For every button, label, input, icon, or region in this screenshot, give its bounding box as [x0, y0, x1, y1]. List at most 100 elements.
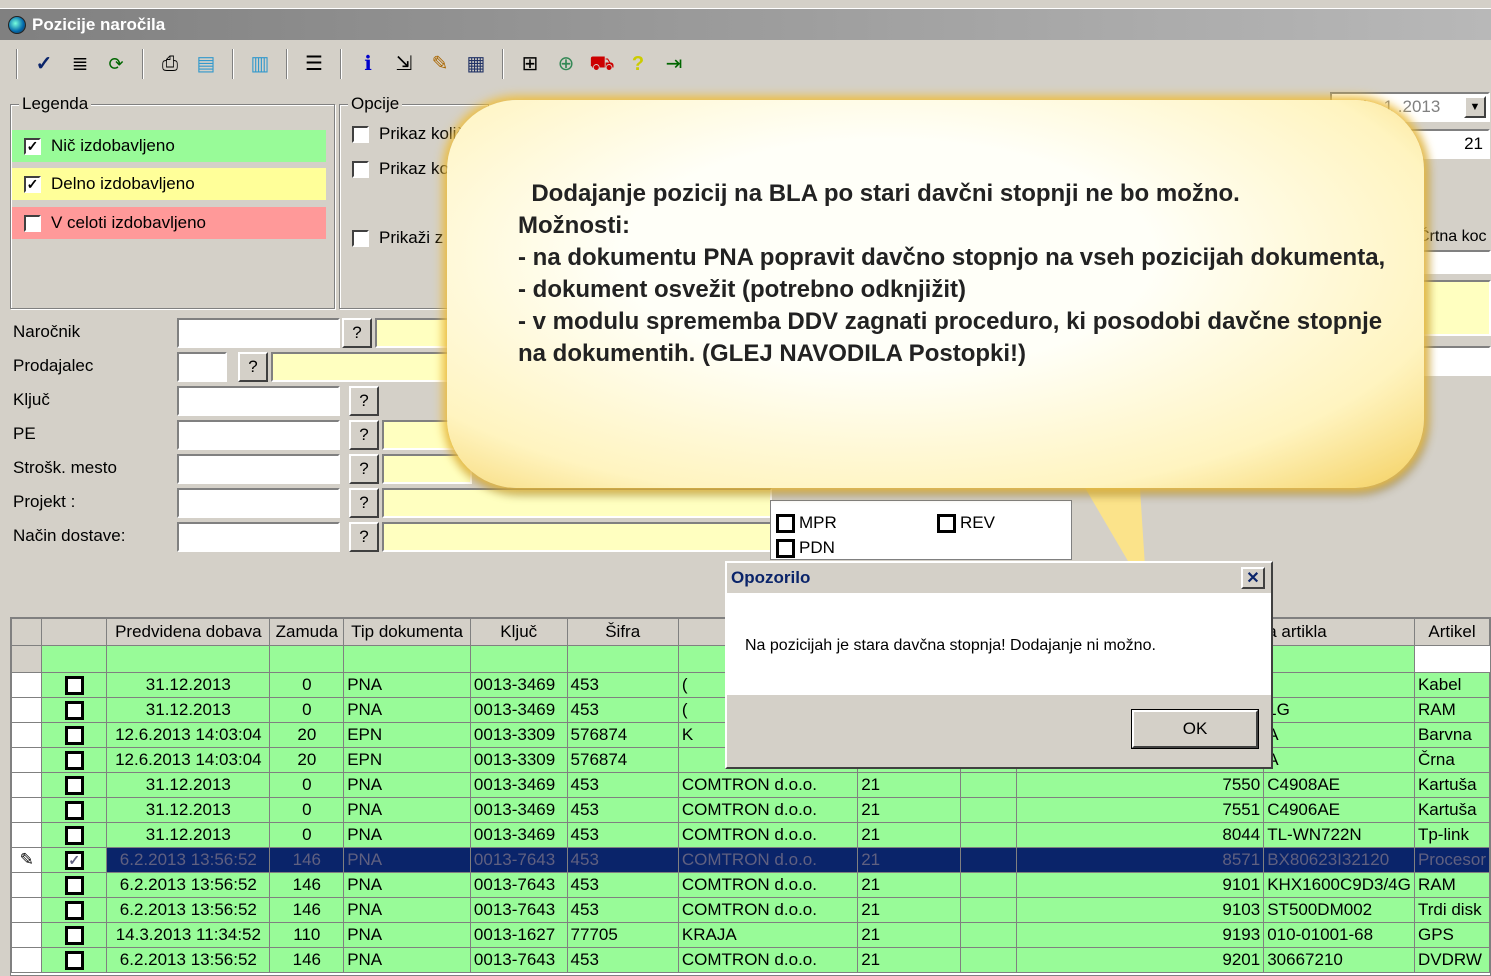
- stros-mesto-input[interactable]: [177, 454, 340, 484]
- table-cell[interactable]: [960, 897, 1018, 923]
- table-cell[interactable]: 31.12.2013: [106, 697, 271, 723]
- table-cell[interactable]: Črna: [1413, 747, 1490, 773]
- table-cell[interactable]: COMTRON d.o.o.: [677, 822, 859, 848]
- check-icon[interactable]: ✓: [30, 50, 58, 78]
- table-cell[interactable]: Kabel: [1413, 672, 1490, 698]
- table-cell[interactable]: 8044: [1016, 822, 1265, 848]
- table-cell[interactable]: 20: [269, 722, 345, 748]
- table-cell[interactable]: [960, 797, 1018, 823]
- table-cell[interactable]: C4908AE: [1263, 772, 1415, 798]
- table-cell[interactable]: COMTRON d.o.o.: [677, 772, 859, 798]
- table-cell[interactable]: 0013-1627: [469, 922, 568, 948]
- projekt-lookup-button[interactable]: ?: [349, 488, 379, 518]
- table-cell[interactable]: PNA: [343, 922, 471, 948]
- table-cell[interactable]: [960, 947, 1018, 973]
- option-prikaz-ko[interactable]: Prikaz ko: [352, 159, 449, 179]
- row-indicator[interactable]: [11, 947, 43, 973]
- row-indicator[interactable]: [11, 672, 43, 698]
- row-checkbox-cell[interactable]: [41, 672, 108, 698]
- table-cell[interactable]: [1263, 672, 1415, 698]
- table-row[interactable]: 6.2.2013 13:56:52 146 PNA 0013-7643 453 COMTR…: [11, 897, 1490, 923]
- table-cell[interactable]: 453: [566, 872, 679, 898]
- table-row[interactable]: 31.12.2013 0 PNA 0013-3469 453 COMTRON d.o.o.…: [11, 822, 1490, 848]
- table-cell[interactable]: 453: [566, 772, 679, 798]
- report-icon[interactable]: ⊞: [516, 50, 544, 78]
- grid-column-header[interactable]: Artikel: [1413, 618, 1490, 646]
- table-row[interactable]: 6.2.2013 13:56:52 146 PNA 0013-7643 453 COMTR…: [11, 872, 1490, 898]
- table-cell[interactable]: COMTRON d.o.o.: [677, 797, 859, 823]
- row-checkbox[interactable]: [64, 951, 84, 970]
- table-cell[interactable]: PNA: [343, 947, 471, 973]
- table-cell[interactable]: 21: [857, 847, 962, 873]
- kljuc-input[interactable]: [177, 386, 340, 416]
- table-cell[interactable]: 110: [269, 922, 345, 948]
- table-cell[interactable]: PNA: [343, 772, 471, 798]
- filter-cell[interactable]: [106, 645, 271, 673]
- table-cell[interactable]: [960, 822, 1018, 848]
- table-cell[interactable]: 12.6.2013 14:03:04: [106, 747, 271, 773]
- row-indicator[interactable]: [11, 747, 43, 773]
- table-cell[interactable]: [960, 872, 1018, 898]
- table-cell[interactable]: 7550: [1016, 772, 1265, 798]
- table-cell[interactable]: 0013-3469: [469, 822, 568, 848]
- table-cell[interactable]: 9101: [1016, 872, 1265, 898]
- export-icon[interactable]: ⇲: [390, 50, 418, 78]
- table-cell[interactable]: 0013-7643: [469, 947, 568, 973]
- table-cell[interactable]: 9103: [1016, 897, 1265, 923]
- right-yellow-field[interactable]: [1418, 280, 1491, 336]
- table-cell[interactable]: [960, 922, 1018, 948]
- table-cell[interactable]: 0013-3309: [469, 722, 568, 748]
- grid-column-header[interactable]: Šifra: [566, 618, 679, 646]
- truck-icon[interactable]: ⛟: [588, 50, 616, 78]
- database-icon[interactable]: ▦: [462, 50, 490, 78]
- info-icon[interactable]: ℹ: [354, 50, 382, 78]
- narocnik-lookup-button[interactable]: ?: [342, 318, 372, 348]
- legend-item-none[interactable]: ✓ Nič izdobavljeno: [12, 130, 326, 162]
- option-checkbox[interactable]: [352, 160, 369, 178]
- table-cell[interactable]: EPN: [343, 722, 471, 748]
- table-cell[interactable]: 0013-3469: [469, 772, 568, 798]
- table-cell[interactable]: 21: [857, 922, 962, 948]
- table-cell[interactable]: Procesor: [1413, 847, 1490, 873]
- row-indicator[interactable]: [11, 922, 43, 948]
- table-cell[interactable]: 30667210: [1263, 947, 1415, 973]
- table-cell[interactable]: PNA: [343, 847, 471, 873]
- filter-cell[interactable]: [1263, 645, 1415, 673]
- row-checkbox[interactable]: [64, 826, 84, 845]
- table-cell[interactable]: 6.2.2013 13:56:52: [106, 897, 271, 923]
- table-cell[interactable]: COMTRON d.o.o.: [677, 897, 859, 923]
- table-cell[interactable]: Barvna: [1413, 722, 1490, 748]
- row-checkbox-cell[interactable]: [41, 772, 108, 798]
- doc-type-pdn[interactable]: PDN: [776, 538, 835, 558]
- legend-checkbox[interactable]: ✓: [24, 175, 41, 193]
- table-cell[interactable]: [960, 847, 1018, 873]
- table-cell[interactable]: A: [1263, 747, 1415, 773]
- row-checkbox-cell[interactable]: [41, 822, 108, 848]
- table-cell[interactable]: COMTRON d.o.o.: [677, 872, 859, 898]
- table-cell[interactable]: 453: [566, 822, 679, 848]
- option-prikazi-z[interactable]: Prikaži z: [352, 228, 443, 248]
- row-checkbox-cell[interactable]: ✓: [41, 847, 108, 873]
- table-cell[interactable]: ST500DM002: [1263, 897, 1415, 923]
- option-checkbox[interactable]: [352, 125, 369, 143]
- prodajalec-input[interactable]: [177, 352, 227, 382]
- row-checkbox[interactable]: [64, 726, 84, 745]
- table-cell[interactable]: DVDRW: [1413, 947, 1490, 973]
- row-indicator[interactable]: [11, 797, 43, 823]
- pe-input[interactable]: [177, 420, 340, 450]
- ok-button[interactable]: OK: [1131, 709, 1259, 749]
- row-checkbox-cell[interactable]: [41, 722, 108, 748]
- close-icon[interactable]: ✕: [1241, 567, 1265, 589]
- table-cell[interactable]: 21: [857, 822, 962, 848]
- row-checkbox-cell[interactable]: [41, 697, 108, 723]
- table-cell[interactable]: PNA: [343, 797, 471, 823]
- nacin-dostave-input[interactable]: [177, 522, 340, 552]
- table-row[interactable]: 31.12.2013 0 PNA 0013-3469 453 COMTRON d.o.o.…: [11, 797, 1490, 823]
- table-cell[interactable]: PNA: [343, 672, 471, 698]
- table-cell[interactable]: EPN: [343, 747, 471, 773]
- table-cell[interactable]: 6.2.2013 13:56:52: [106, 947, 271, 973]
- page-icon[interactable]: ▤: [192, 50, 220, 78]
- option-checkbox[interactable]: [352, 229, 369, 247]
- table-cell[interactable]: GPS: [1413, 922, 1490, 948]
- table-cell[interactable]: BX80623I32120: [1263, 847, 1415, 873]
